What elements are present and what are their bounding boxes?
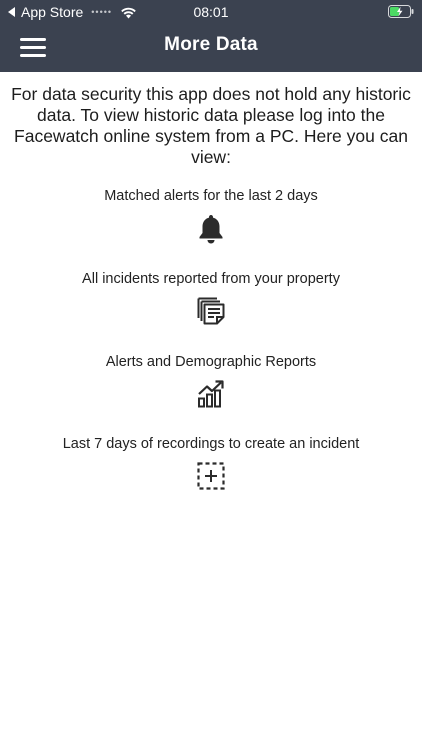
chart-growth-icon xyxy=(198,380,224,408)
section-label: Alerts and Demographic Reports xyxy=(105,354,317,370)
status-bar: App Store ••••• 08:01 xyxy=(0,0,422,24)
section-reports: Alerts and Demographic Reports xyxy=(0,354,422,408)
battery-charging-icon xyxy=(388,5,414,18)
section-label: Last 7 days of recordings to create an i… xyxy=(62,436,360,452)
section-label: Matched alerts for the last 2 days xyxy=(104,188,318,204)
page-title: More Data xyxy=(164,34,258,55)
main-content: For data security this app does not hold… xyxy=(0,72,422,490)
intro-text: For data security this app does not hold… xyxy=(11,84,411,167)
section-matched-alerts: Matched alerts for the last 2 days xyxy=(0,188,422,244)
add-selection-icon xyxy=(197,462,225,490)
status-time: 08:01 xyxy=(193,4,229,20)
section-incidents: All incidents reported from your propert… xyxy=(0,271,422,325)
section-label: All incidents reported from your propert… xyxy=(82,271,340,287)
documents-icon xyxy=(197,297,225,325)
bell-icon xyxy=(199,215,223,244)
app-header: App Store ••••• 08:01 More Data xyxy=(0,0,422,72)
section-recordings: Last 7 days of recordings to create an i… xyxy=(0,436,422,490)
